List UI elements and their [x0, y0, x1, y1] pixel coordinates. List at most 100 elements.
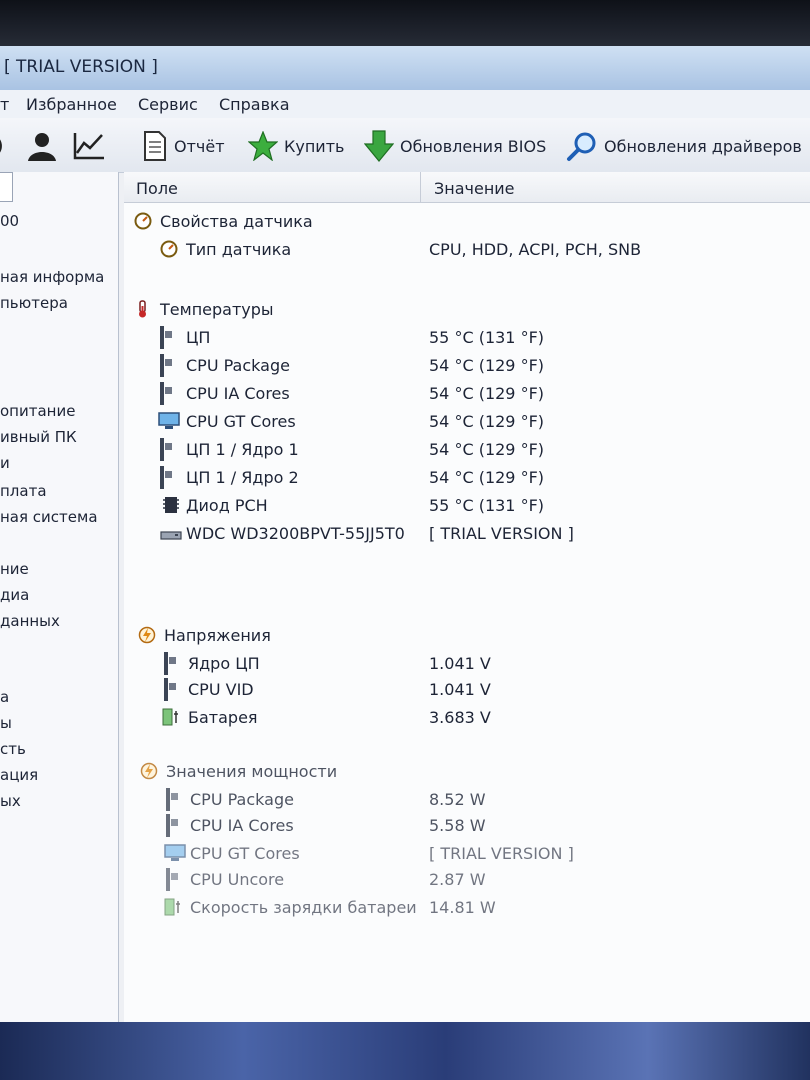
user-button[interactable]	[26, 130, 58, 162]
field-value: 1.041 V	[429, 654, 491, 673]
field-name: CPU GT Cores	[190, 844, 300, 863]
table-row[interactable]: ЦП 55 °C (131 °F)	[124, 324, 810, 350]
sidebar-item[interactable]: ная система	[0, 508, 98, 526]
chart-line-icon	[73, 133, 104, 160]
column-header-value[interactable]: Значение	[434, 179, 515, 198]
bios-updates-button[interactable]: Обновления BIOS	[364, 130, 546, 162]
sidebar-item[interactable]: ивный ПК	[0, 428, 77, 446]
field-value: 55 °C (131 °F)	[429, 328, 545, 347]
buy-button[interactable]: Купить	[248, 130, 344, 162]
field-name: CPU IA Cores	[190, 816, 294, 835]
table-row[interactable]: CPU GT Cores [ TRIAL VERSION ]	[124, 840, 810, 866]
cpu-chip-icon	[160, 438, 178, 461]
menu-item-favorites[interactable]: Избранное	[26, 95, 117, 114]
field-value: 14.81 W	[429, 898, 496, 917]
field-name: Тип датчика	[186, 240, 292, 259]
group-voltages[interactable]: Напряжения	[124, 622, 810, 648]
sensor-list: Поле Значение Свойства датчика Тип датчи…	[124, 172, 810, 1022]
column-header-field[interactable]: Поле	[136, 179, 178, 198]
menu-bar: т Избранное Сервис Справка	[0, 90, 810, 119]
table-row[interactable]: CPU Package 8.52 W	[124, 786, 810, 812]
field-value: CPU, HDD, ACPI, PCH, SNB	[429, 240, 642, 259]
menu-item-help[interactable]: Справка	[219, 95, 290, 114]
window-title: [ TRIAL VERSION ]	[4, 57, 158, 77]
table-row[interactable]: Тип датчика CPU, HDD, ACPI, PCH, SNB	[124, 236, 810, 262]
group-temperatures[interactable]: Температуры	[124, 296, 810, 322]
sidebar-item[interactable]: 00	[0, 212, 19, 230]
sidebar-item[interactable]: пьютера	[0, 294, 68, 312]
sidebar-item[interactable]: ы	[0, 714, 12, 732]
group-label: Значения мощности	[166, 762, 338, 781]
field-value: [ TRIAL VERSION ]	[429, 524, 574, 543]
field-name: CPU IA Cores	[186, 384, 290, 403]
menu-item-service[interactable]: Сервис	[138, 95, 198, 114]
sidebar-item[interactable]: ние	[0, 560, 29, 578]
cpu-chip-icon	[160, 326, 178, 349]
table-row[interactable]: CPU Uncore 2.87 W	[124, 866, 810, 892]
sidebar-item[interactable]: и	[0, 454, 10, 472]
toolbar: Отчёт Купить Обновления BIOS Обновления …	[0, 118, 810, 173]
group-sensor-properties[interactable]: Свойства датчика	[124, 208, 810, 234]
table-row[interactable]: CPU Package 54 °C (129 °F)	[124, 352, 810, 378]
table-row[interactable]: Ядро ЦП 1.041 V	[124, 650, 810, 676]
table-row[interactable]: ЦП 1 / Ядро 1 54 °C (129 °F)	[124, 436, 810, 462]
power-bolt-icon	[140, 762, 158, 780]
monitor-icon	[164, 844, 186, 861]
sidebar-item[interactable]: а	[0, 688, 9, 706]
sidebar-item[interactable]: ация	[0, 766, 38, 784]
table-row[interactable]: Скорость зарядки батареи 14.81 W	[124, 894, 810, 920]
sidebar-tree: 00 ная информа пьютера опитание ивный ПК…	[0, 172, 119, 1022]
group-label: Напряжения	[164, 626, 271, 645]
menu-item-report[interactable]: т	[0, 95, 9, 114]
table-row[interactable]: CPU VID 1.041 V	[124, 676, 810, 702]
pch-chip-icon	[163, 497, 179, 513]
cpu-chip-icon	[160, 382, 178, 405]
table-row[interactable]: Батарея 3.683 V	[124, 704, 810, 730]
user-icon	[28, 133, 56, 161]
sidebar-item[interactable]: ых	[0, 792, 21, 810]
bios-updates-label: Обновления BIOS	[400, 136, 547, 156]
cpu-chip-icon	[164, 678, 182, 701]
field-value: 1.041 V	[429, 680, 491, 699]
field-name: CPU VID	[188, 680, 254, 699]
report-label: Отчёт	[174, 136, 225, 156]
report-button[interactable]: Отчёт	[142, 130, 225, 162]
driver-updates-button[interactable]: Обновления драйверов	[566, 130, 802, 162]
field-name: CPU GT Cores	[186, 412, 296, 431]
refresh-button[interactable]	[0, 130, 12, 162]
table-row[interactable]: ЦП 1 / Ядро 2 54 °C (129 °F)	[124, 464, 810, 490]
aida-window: [ TRIAL VERSION ] т Избранное Сервис Спр…	[0, 46, 810, 1022]
refresh-icon	[0, 139, 2, 153]
benchmark-button[interactable]	[72, 130, 106, 162]
report-document-icon	[144, 131, 166, 161]
group-label: Температуры	[160, 300, 274, 319]
field-value: 54 °C (129 °F)	[429, 384, 545, 403]
table-row[interactable]: WDC WD3200BPVT-55JJ5T0 [ TRIAL VERSION ]	[124, 520, 810, 546]
field-name: CPU Uncore	[190, 870, 285, 889]
sidebar-item[interactable]: данных	[0, 612, 60, 630]
sidebar-item[interactable]: сть	[0, 740, 26, 758]
sidebar-item[interactable]: диа	[0, 586, 29, 604]
group-power-values[interactable]: Значения мощности	[124, 758, 810, 784]
sidebar-tab[interactable]	[0, 172, 13, 202]
table-row[interactable]: CPU IA Cores 5.58 W	[124, 812, 810, 838]
sidebar-item[interactable]: опитание	[0, 402, 75, 420]
table-row[interactable]: CPU IA Cores 54 °C (129 °F)	[124, 380, 810, 406]
monitor-icon	[158, 412, 180, 429]
field-value: 5.58 W	[429, 816, 486, 835]
table-row[interactable]: CPU GT Cores 54 °C (129 °F)	[124, 408, 810, 434]
field-value: 55 °C (131 °F)	[429, 496, 545, 515]
field-name: Скорость зарядки батареи	[190, 898, 417, 917]
title-bar[interactable]: [ TRIAL VERSION ]	[0, 46, 810, 91]
field-value: 54 °C (129 °F)	[429, 468, 545, 487]
sidebar-item[interactable]: ная информа	[0, 268, 104, 286]
sidebar-item[interactable]: плата	[0, 482, 47, 500]
field-name: WDC WD3200BPVT-55JJ5T0	[186, 524, 405, 543]
column-divider[interactable]	[420, 172, 421, 202]
table-row[interactable]: Диод PCH 55 °C (131 °F)	[124, 492, 810, 518]
driver-updates-label: Обновления драйверов	[604, 136, 802, 156]
thermometer-icon	[139, 300, 146, 318]
sensor-gauge-icon	[134, 212, 152, 230]
hard-drive-icon	[160, 531, 182, 540]
field-name: CPU Package	[190, 790, 294, 809]
